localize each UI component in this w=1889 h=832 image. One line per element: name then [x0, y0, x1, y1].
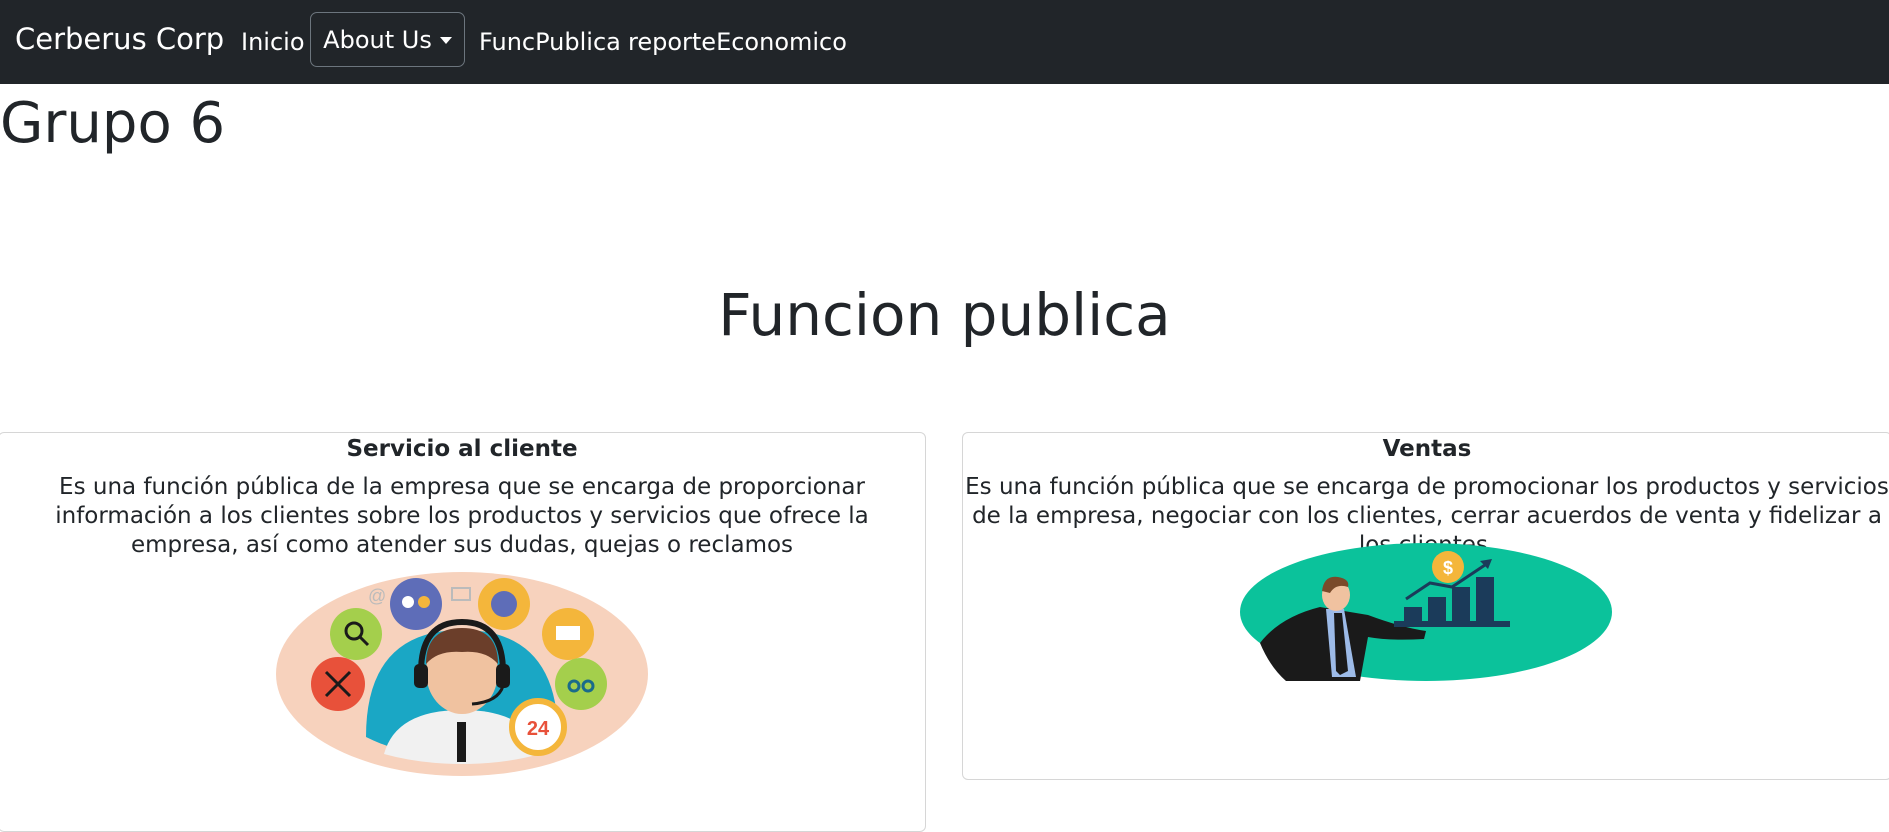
sales-growth-icon: $: [1240, 543, 1612, 681]
card-text: Es una función pública de la empresa que…: [55, 474, 869, 558]
svg-text:@: @: [368, 586, 386, 606]
chevron-down-icon: [439, 37, 452, 44]
top-navbar: Cerberus Corp Inicio About Us FuncPublic…: [0, 0, 1889, 84]
about-us-label: About Us: [323, 25, 432, 54]
nav-link-reporte-economico[interactable]: reporteEconomico: [628, 28, 847, 56]
customer-service-agent-icon: 24 @: [276, 572, 648, 776]
badge-24: 24: [527, 718, 550, 740]
card-title: Servicio al cliente: [346, 436, 578, 462]
nav-link-funcpublica[interactable]: FuncPublica: [479, 28, 621, 56]
group-title: Grupo 6: [0, 91, 226, 156]
card-title: Ventas: [1382, 436, 1472, 462]
brand-link[interactable]: Cerberus Corp: [15, 22, 224, 56]
section-title: Funcion publica: [718, 281, 1171, 349]
nav-link-inicio[interactable]: Inicio: [241, 28, 305, 56]
about-us-dropdown[interactable]: About Us: [310, 12, 465, 67]
dollar-badge: $: [1443, 558, 1453, 578]
